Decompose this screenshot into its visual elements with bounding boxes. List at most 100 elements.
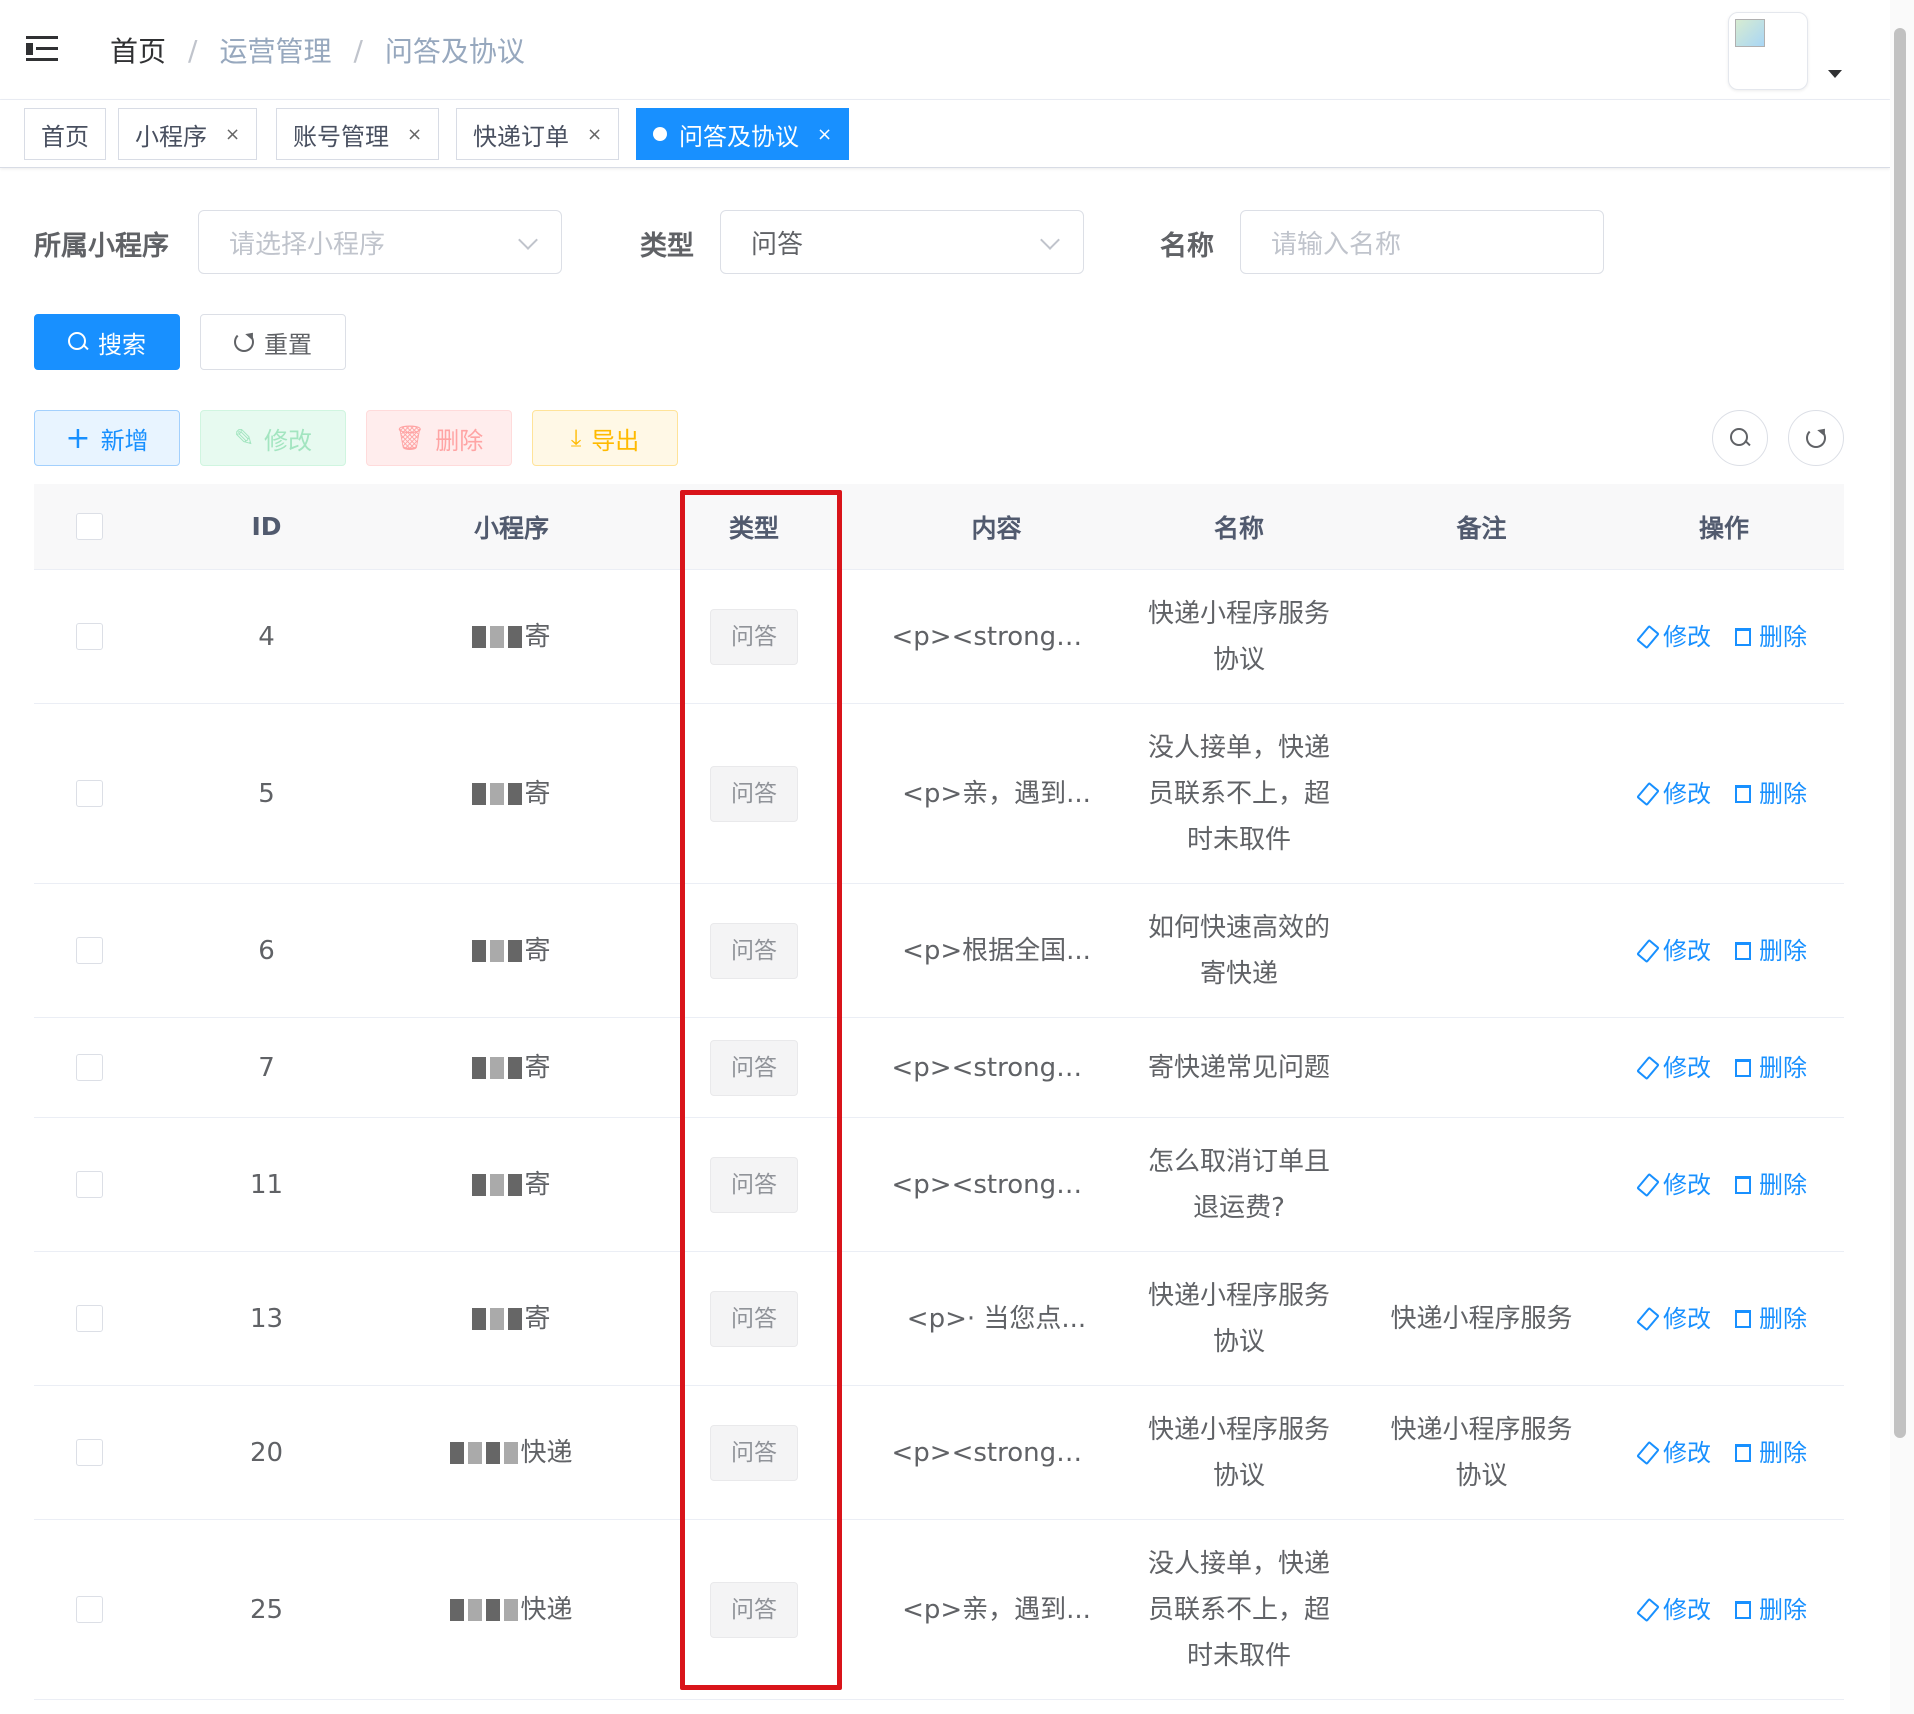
edit-icon: ✎ <box>233 424 255 452</box>
breadcrumb: 首页 / 运营管理 / 问答及协议 <box>110 30 525 70</box>
edit-button[interactable]: ✎ 修改 <box>200 410 346 466</box>
scrollbar-thumb[interactable] <box>1894 28 1906 1438</box>
row-checkbox[interactable] <box>75 1439 103 1466</box>
row-edit-label: 修改 <box>1663 1170 1711 1199</box>
row-operations: 修改 删除 <box>1604 1162 1844 1208</box>
tag-home[interactable]: 首页 <box>24 108 106 160</box>
trash-icon <box>1735 1309 1751 1328</box>
app-select[interactable]: 请选择小程序 <box>198 210 562 274</box>
table-row: 7 寄 问答 <p><strong>... 寄快递常见问题 修改 删除 <box>34 1018 1844 1118</box>
row-checkbox[interactable] <box>75 1596 103 1623</box>
row-name-text: 如何快速高效的寄快递 <box>1147 912 1330 989</box>
toggle-search-button[interactable] <box>1712 410 1768 466</box>
row-operations: 修改 删除 <box>1604 1045 1844 1091</box>
row-name-text: 寄快递常见问题 <box>1147 1052 1330 1083</box>
row-checkbox[interactable] <box>75 937 103 964</box>
tag-qa-agreement[interactable]: 问答及协议 × <box>636 108 850 160</box>
redacted-text <box>472 625 523 648</box>
row-edit-link[interactable]: 修改 <box>1636 928 1711 974</box>
avatar[interactable] <box>1728 12 1808 90</box>
row-checkbox[interactable] <box>75 623 103 650</box>
breadcrumb-home[interactable]: 首页 <box>110 30 166 70</box>
export-button[interactable]: ⤓ 导出 <box>532 410 678 466</box>
row-type: 问答 <box>634 1290 874 1347</box>
row-operations: 修改 删除 <box>1604 771 1844 817</box>
caret-down-icon[interactable] <box>1828 70 1842 78</box>
trash-icon <box>1735 941 1751 960</box>
tag-miniapp[interactable]: 小程序 × <box>118 108 258 160</box>
row-delete-link[interactable]: 删除 <box>1735 928 1807 974</box>
row-edit-link[interactable]: 修改 <box>1636 1162 1711 1208</box>
tag-label: 问答及协议 <box>679 122 799 151</box>
type-tag: 问答 <box>710 1039 798 1096</box>
row-edit-link[interactable]: 修改 <box>1636 1430 1711 1476</box>
row-edit-link[interactable]: 修改 <box>1636 1296 1711 1342</box>
row-delete-link[interactable]: 删除 <box>1735 771 1807 817</box>
row-app: 寄 <box>389 1162 634 1208</box>
row-content-text: <p><strong>... <box>891 1169 1102 1200</box>
row-edit-link[interactable]: 修改 <box>1636 1045 1711 1091</box>
row-checkbox-cell <box>34 1596 144 1623</box>
edit-icon <box>1636 1172 1660 1197</box>
row-edit-link[interactable]: 修改 <box>1636 771 1711 817</box>
row-checkbox-cell <box>34 1171 144 1198</box>
refresh-icon <box>234 332 254 352</box>
row-checkbox[interactable] <box>75 1054 103 1081</box>
type-tag: 问答 <box>710 1290 798 1347</box>
row-delete-link[interactable]: 删除 <box>1735 1587 1807 1633</box>
header-app: 小程序 <box>473 513 549 543</box>
row-checkbox-cell <box>34 780 144 807</box>
row-checkbox[interactable] <box>75 1171 103 1198</box>
row-id: 13 <box>249 1303 284 1334</box>
data-table: ID 小程序 类型 内容 名称 备注 操作 4 寄问答 <p><strong>...… <box>34 484 1844 1700</box>
row-edit-link[interactable]: 修改 <box>1636 1587 1711 1633</box>
tag-express-orders[interactable]: 快递订单 × <box>456 108 620 160</box>
edit-icon <box>1636 1055 1660 1080</box>
row-edit-label: 修改 <box>1663 1438 1711 1467</box>
chevron-down-icon <box>1040 230 1060 250</box>
row-app: 寄 <box>389 1296 634 1342</box>
row-name-text: 没人接单，快递员联系不上，超时未取件 <box>1147 732 1330 855</box>
select-all-checkbox[interactable] <box>75 513 103 540</box>
delete-button[interactable]: 🗑 删除 <box>366 410 512 466</box>
type-tag: 问答 <box>710 1424 798 1481</box>
search-button[interactable]: 搜索 <box>34 314 180 370</box>
row-edit-label: 修改 <box>1663 936 1711 965</box>
type-select[interactable]: 问答 <box>720 210 1084 274</box>
row-delete-link[interactable]: 删除 <box>1735 1296 1807 1342</box>
name-input[interactable]: 请输入名称 <box>1240 210 1604 274</box>
close-icon[interactable]: × <box>225 124 240 145</box>
row-delete-label: 删除 <box>1759 1438 1807 1467</box>
row-edit-link[interactable]: 修改 <box>1636 614 1711 660</box>
close-icon[interactable]: × <box>587 124 602 145</box>
row-type: 问答 <box>634 608 874 665</box>
row-checkbox[interactable] <box>75 1305 103 1332</box>
close-icon[interactable]: × <box>817 124 832 145</box>
row-edit-label: 修改 <box>1663 779 1711 808</box>
row-app-text: 寄 <box>524 621 551 652</box>
row-type: 问答 <box>634 1156 874 1213</box>
add-button[interactable]: + 新增 <box>34 410 180 466</box>
row-delete-link[interactable]: 删除 <box>1735 1045 1807 1091</box>
row-delete-link[interactable]: 删除 <box>1735 1162 1807 1208</box>
row-content: <p><strong>... <box>874 1430 1119 1476</box>
row-app-text: 寄 <box>524 935 551 966</box>
redacted-text <box>472 782 523 805</box>
row-name-text: 快递小程序服务协议 <box>1147 1414 1330 1491</box>
row-delete-link[interactable]: 删除 <box>1735 1430 1807 1476</box>
reset-button-label: 重置 <box>264 330 312 359</box>
row-delete-link[interactable]: 删除 <box>1735 614 1807 660</box>
close-icon[interactable]: × <box>407 124 422 145</box>
trash-icon <box>1735 1058 1751 1077</box>
hamburger-menu-icon[interactable] <box>26 34 60 64</box>
tag-account[interactable]: 账号管理 × <box>276 108 440 160</box>
search-icon <box>68 332 88 352</box>
table-row: 25 快递 问答 <p>亲，遇到... 没人接单，快递员联系不上，超时未取件 修改 删除 <box>34 1520 1844 1700</box>
row-delete-label: 删除 <box>1759 936 1807 965</box>
breadcrumb-ops: 运营管理 <box>219 35 332 68</box>
reset-button[interactable]: 重置 <box>200 314 346 370</box>
refresh-table-button[interactable] <box>1788 410 1844 466</box>
row-checkbox[interactable] <box>75 780 103 807</box>
row-content: <p><strong>... <box>874 1045 1119 1091</box>
row-content-text: <p>亲，遇到... <box>902 778 1091 809</box>
